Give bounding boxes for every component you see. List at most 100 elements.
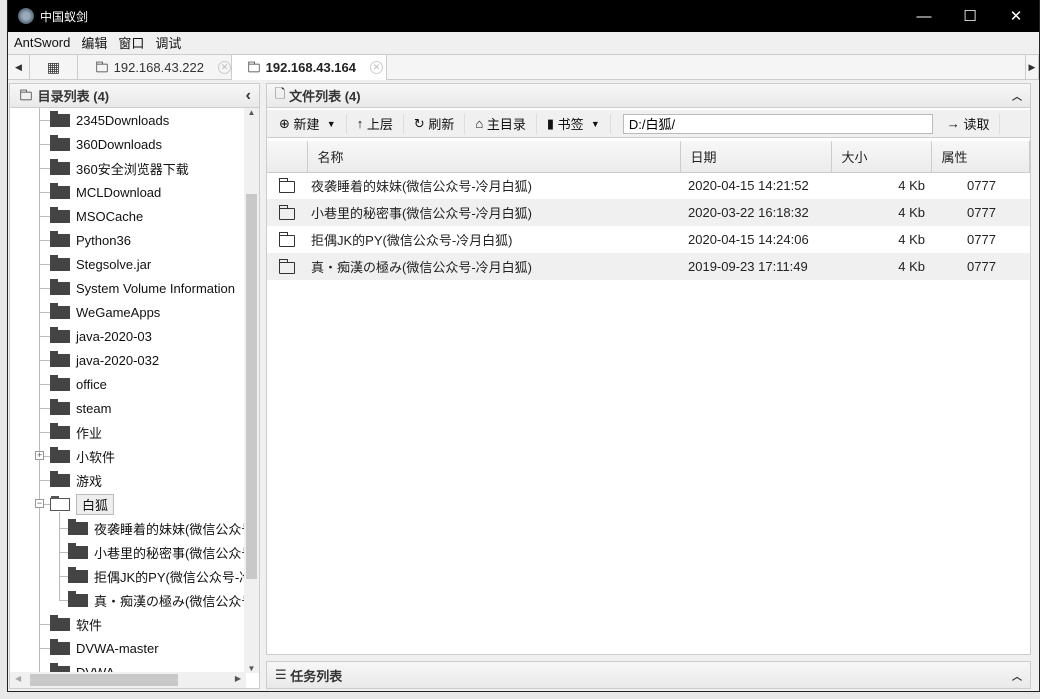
tree-item-label: java-2020-032 — [76, 352, 160, 368]
tree-item[interactable]: 真・痴漢の極み(微信公众号-冷月白狐) — [68, 588, 245, 612]
file-name: 夜袭睡着的妹妹(微信公众号-冷月白狐) — [311, 179, 532, 195]
folder-icon — [248, 61, 260, 72]
tree-item-label: 360安全浏览器下载 — [76, 161, 189, 177]
up-button[interactable]: ↑ 上层 — [347, 113, 404, 134]
tree-item[interactable]: 软件 — [50, 612, 102, 636]
file-panel-title: 文件列表 (4) — [289, 89, 361, 104]
tree-item-label: 夜袭睡着的妹妹(微信公众号-冷月白狐) — [94, 521, 245, 537]
bookmark-button[interactable]: ▮ 书签 ▼ — [537, 113, 611, 134]
tree-item-label: 360Downloads — [76, 136, 163, 152]
tree-item[interactable]: 夜袭睡着的妹妹(微信公众号-冷月白狐) — [68, 516, 245, 540]
tree-item[interactable]: 2345Downloads — [50, 108, 169, 132]
menu-antsword[interactable]: AntSword — [14, 35, 70, 50]
tab-shell-2[interactable]: 192.168.43.164 ✕ — [232, 55, 387, 80]
file-attr: 0777 — [967, 232, 996, 247]
window-title: 中国蚁剑 — [40, 9, 89, 24]
tree-item[interactable]: DVWA-master — [50, 636, 159, 660]
home-icon: ⌂ — [475, 116, 484, 131]
tree-item-label: 作业 — [76, 425, 103, 441]
tree-item[interactable]: office — [50, 372, 107, 396]
tab-close-icon[interactable]: ✕ — [370, 61, 383, 74]
new-button[interactable]: ⊕ 新建 ▼ — [277, 113, 347, 134]
tree-item-label: 小巷里的秘密事(微信公众号-冷月白狐) — [94, 545, 245, 561]
folder-icon — [50, 110, 70, 127]
close-button[interactable]: ✕ — [993, 0, 1039, 32]
file-row[interactable]: 拒偶JK的PY(微信公众号-冷月白狐) 2020-04-15 14:24:06 … — [267, 226, 1030, 253]
tree-item[interactable]: 360安全浏览器下载 — [50, 156, 189, 180]
task-panel: ☰ 任务列表 ︿ — [266, 661, 1031, 689]
refresh-icon: ↻ — [413, 115, 425, 131]
expand-up-icon[interactable]: ︿ — [1012, 668, 1022, 683]
tree-expander[interactable]: + — [35, 451, 44, 460]
file-date: 2020-04-15 14:21:52 — [688, 178, 809, 194]
tree-item[interactable]: 360Downloads — [50, 132, 162, 156]
caret-down-icon: ▼ — [590, 118, 600, 129]
tree-item-label: 小软件 — [76, 449, 116, 465]
col-attr[interactable]: 属性 — [931, 141, 1030, 173]
folder-icon — [50, 326, 70, 343]
tree-item[interactable]: Python36 — [50, 228, 131, 252]
read-button[interactable]: → 读取 — [937, 113, 1001, 134]
menu-debug[interactable]: 调试 — [155, 33, 181, 52]
file-attr: 0777 — [967, 178, 996, 194]
maximize-button[interactable]: ☐ — [947, 0, 993, 32]
tree-item[interactable]: Stegsolve.jar — [50, 252, 151, 276]
tab-close-icon[interactable]: ✕ — [218, 61, 231, 74]
menu-edit[interactable]: 编辑 — [81, 33, 107, 52]
tree-expander[interactable]: − — [35, 499, 44, 508]
folder-icon — [68, 566, 88, 583]
menu-window[interactable]: 窗口 — [118, 33, 144, 52]
file-toolbar: ⊕ 新建 ▼ ↑ 上层 ↻ 刷新 ⌂ 主目录 ▮ 书签 ▼ → 读取 — [267, 110, 1030, 138]
tree-item-label: steam — [76, 400, 112, 416]
folder-icon — [96, 61, 108, 72]
file-row[interactable]: 真・痴漢の極み(微信公众号-冷月白狐) 2019-09-23 17:11:49 … — [267, 253, 1030, 280]
tree-vertical-scrollbar[interactable]: ▲ ▼ — [244, 108, 259, 673]
file-row[interactable]: 夜袭睡着的妹妹(微信公众号-冷月白狐) 2020-04-15 14:21:52 … — [267, 172, 1030, 199]
tree-item[interactable]: steam — [50, 396, 111, 420]
tree-item-label: Python36 — [76, 232, 131, 248]
collapse-panel-button[interactable]: ‹ — [246, 87, 251, 105]
tree-item[interactable]: java-2020-03 — [50, 324, 152, 348]
scrollbar-thumb[interactable] — [246, 194, 257, 579]
tab-label: 192.168.43.222 — [113, 60, 204, 75]
tree-horizontal-scrollbar[interactable]: ◀ ▶ — [10, 672, 246, 688]
minimize-button[interactable]: — — [901, 0, 947, 32]
folder-icon — [50, 278, 70, 295]
col-date[interactable]: 日期 — [680, 141, 832, 173]
tree-item[interactable]: 小巷里的秘密事(微信公众号-冷月白狐) — [68, 540, 245, 564]
col-size[interactable]: 大小 — [831, 141, 932, 173]
tree-item[interactable]: 作业 — [50, 420, 102, 444]
file-size: 4 Kb — [898, 178, 925, 194]
tab-scroll-left-button[interactable]: ◀ — [8, 55, 30, 80]
tab-shell-1[interactable]: 192.168.43.222 ✕ — [78, 55, 232, 80]
scrollbar-thumb[interactable] — [30, 674, 178, 686]
tree-item[interactable]: MCLDownload — [50, 180, 161, 204]
folder-icon — [50, 254, 70, 271]
path-input[interactable] — [622, 113, 933, 134]
directory-tree: 2345Downloads 360Downloads 360安全浏览器下载 MCLDo… — [10, 108, 245, 673]
folder-icon — [278, 231, 295, 247]
tab-scroll-right-button[interactable]: ▶ — [1025, 55, 1039, 80]
file-name: 小巷里的秘密事(微信公众号-冷月白狐) — [307, 199, 680, 226]
home-button[interactable]: ⌂ 主目录 — [465, 113, 537, 134]
col-icon — [267, 141, 308, 173]
menu-bar: AntSword 编辑 窗口 调试 — [8, 32, 1039, 52]
plus-circle-icon: ⊕ — [279, 115, 290, 131]
tree-item[interactable]: 游戏 — [50, 468, 102, 492]
col-name[interactable]: 名称 — [307, 141, 681, 173]
tree-item[interactable]: java-2020-032 — [50, 348, 159, 372]
tree-item[interactable]: MSOCache — [50, 204, 143, 228]
folder-icon — [50, 398, 70, 415]
file-row[interactable]: 小巷里的秘密事(微信公众号-冷月白狐) 2020-03-22 16:18:32 … — [267, 199, 1030, 226]
tree-item[interactable]: 小软件 — [50, 444, 115, 468]
file-attr: 0777 — [931, 253, 1030, 280]
collapse-up-icon[interactable]: ︿ — [1012, 88, 1022, 103]
tree-item[interactable]: 拒偶JK的PY(微信公众号-冷月白狐) — [68, 564, 245, 588]
file-panel: 🗋 文件列表 (4) ︿ ⊕ 新建 ▼ ↑ 上层 ↻ 刷新 ⌂ 主目录 ▮ 书签… — [266, 83, 1031, 655]
tree-item[interactable]: System Volume Information — [50, 276, 235, 300]
refresh-button[interactable]: ↻ 刷新 — [404, 113, 466, 134]
tree-item[interactable]: WeGameApps — [50, 300, 160, 324]
new-label: 新建 — [293, 117, 320, 132]
file-size: 4 Kb — [898, 232, 925, 247]
tab-home-grid-icon[interactable]: ▦ — [30, 55, 78, 80]
